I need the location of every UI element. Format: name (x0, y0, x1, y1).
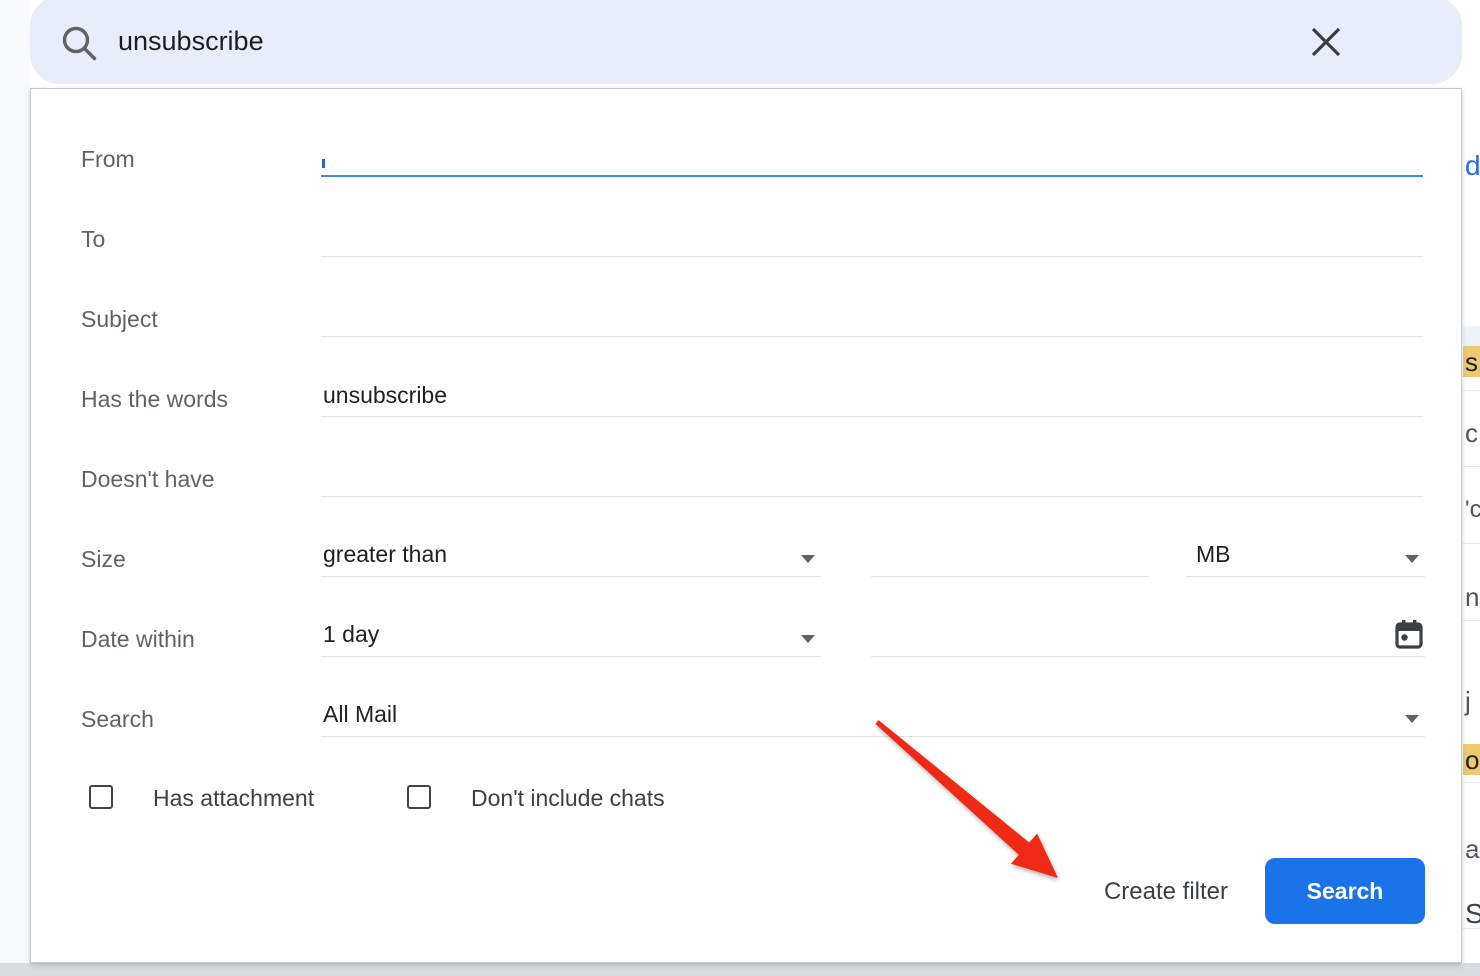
search-scope-label: Search (81, 697, 319, 737)
calendar-icon[interactable] (1395, 620, 1423, 656)
to-input[interactable] (321, 217, 1423, 257)
size-row: Size greater than MB (81, 537, 1423, 577)
has-attachment-label: Has attachment (153, 781, 314, 815)
doesnt-have-field-wrap (321, 457, 1423, 497)
date-value-field-wrap (871, 617, 1425, 657)
background-row-divider (1463, 543, 1480, 544)
background-text-fragment: c (1465, 418, 1478, 449)
subject-input[interactable] (321, 297, 1423, 337)
has-words-field-wrap (321, 377, 1423, 417)
search-scope-select[interactable]: All Mail (321, 697, 1425, 737)
subject-row: Subject (81, 297, 1423, 337)
background-row-divider (1463, 390, 1480, 391)
size-amount-input[interactable] (871, 537, 1149, 575)
background-row-divider (1463, 928, 1480, 929)
background-link-fragment: d (1465, 150, 1480, 182)
create-filter-button[interactable]: Create filter (1051, 875, 1281, 909)
search-scope-value: All Mail (323, 701, 397, 728)
from-row: From (81, 137, 1423, 177)
to-label: To (81, 217, 319, 257)
page-left-margin (0, 0, 30, 976)
background-row-band (1463, 326, 1480, 346)
subject-field-wrap (321, 297, 1423, 337)
dont-include-chats-label: Don't include chats (471, 781, 665, 815)
from-label: From (81, 137, 319, 177)
doesnt-have-input[interactable] (321, 457, 1423, 497)
gmail-search-filter-screen: d s c 'c n j o a S unsubscribe (0, 0, 1480, 976)
doesnt-have-row: Doesn't have (81, 457, 1423, 497)
checkbox-row: Has attachment Don't include chats (81, 781, 1423, 815)
size-operator-value: greater than (323, 541, 447, 568)
text-caret (322, 159, 325, 168)
search-button[interactable]: Search (1265, 858, 1425, 924)
subject-label: Subject (81, 297, 319, 337)
background-highlight-fragment: s (1463, 346, 1480, 377)
date-within-label: Date within (81, 617, 319, 657)
chevron-down-icon (801, 635, 815, 643)
chevron-down-icon (1405, 555, 1419, 563)
has-words-label: Has the words (81, 377, 319, 417)
background-text-fragment: 'c (1465, 496, 1480, 524)
size-unit-value: MB (1196, 541, 1231, 568)
date-value-input[interactable] (871, 617, 1342, 655)
date-range-value: 1 day (323, 621, 379, 648)
search-icon (60, 24, 100, 69)
background-text-fragment: a (1465, 834, 1479, 865)
background-row-divider (1463, 852, 1480, 853)
has-words-input[interactable] (321, 377, 1423, 417)
from-input[interactable] (321, 137, 1423, 177)
from-field-wrap (321, 137, 1423, 177)
close-icon[interactable] (1308, 24, 1344, 65)
background-highlight-fragment: o (1463, 744, 1480, 775)
size-unit-select[interactable]: MB (1186, 537, 1425, 577)
has-attachment-checkbox[interactable] (89, 785, 113, 809)
background-row-divider (1463, 466, 1480, 467)
chevron-down-icon (1405, 715, 1419, 723)
background-row-divider (1463, 782, 1480, 783)
has-words-row: Has the words (81, 377, 1423, 417)
background-text-fragment: j (1465, 686, 1471, 717)
search-query-text[interactable]: unsubscribe (118, 26, 264, 57)
doesnt-have-label: Doesn't have (81, 457, 319, 497)
size-operator-select[interactable]: greater than (321, 537, 821, 577)
background-text-fragment: S (1465, 898, 1480, 930)
dont-include-chats-checkbox[interactable] (407, 785, 431, 809)
to-row: To (81, 217, 1423, 257)
chevron-down-icon (801, 555, 815, 563)
date-range-select[interactable]: 1 day (321, 617, 821, 657)
date-within-row: Date within 1 day (81, 617, 1423, 657)
background-text-fragment: n (1465, 582, 1479, 613)
size-label: Size (81, 537, 319, 577)
page-bottom-strip (0, 963, 1480, 976)
size-amount-field-wrap (871, 537, 1149, 577)
background-mail-list-sliver: d s c 'c n j o a S (1463, 0, 1480, 963)
search-scope-row: Search All Mail (81, 697, 1423, 737)
background-row-divider (1463, 620, 1480, 621)
gmail-search-bar[interactable]: unsubscribe (30, 0, 1462, 84)
advanced-search-panel: From To Subject Has the words D (30, 88, 1462, 963)
to-field-wrap (321, 217, 1423, 257)
